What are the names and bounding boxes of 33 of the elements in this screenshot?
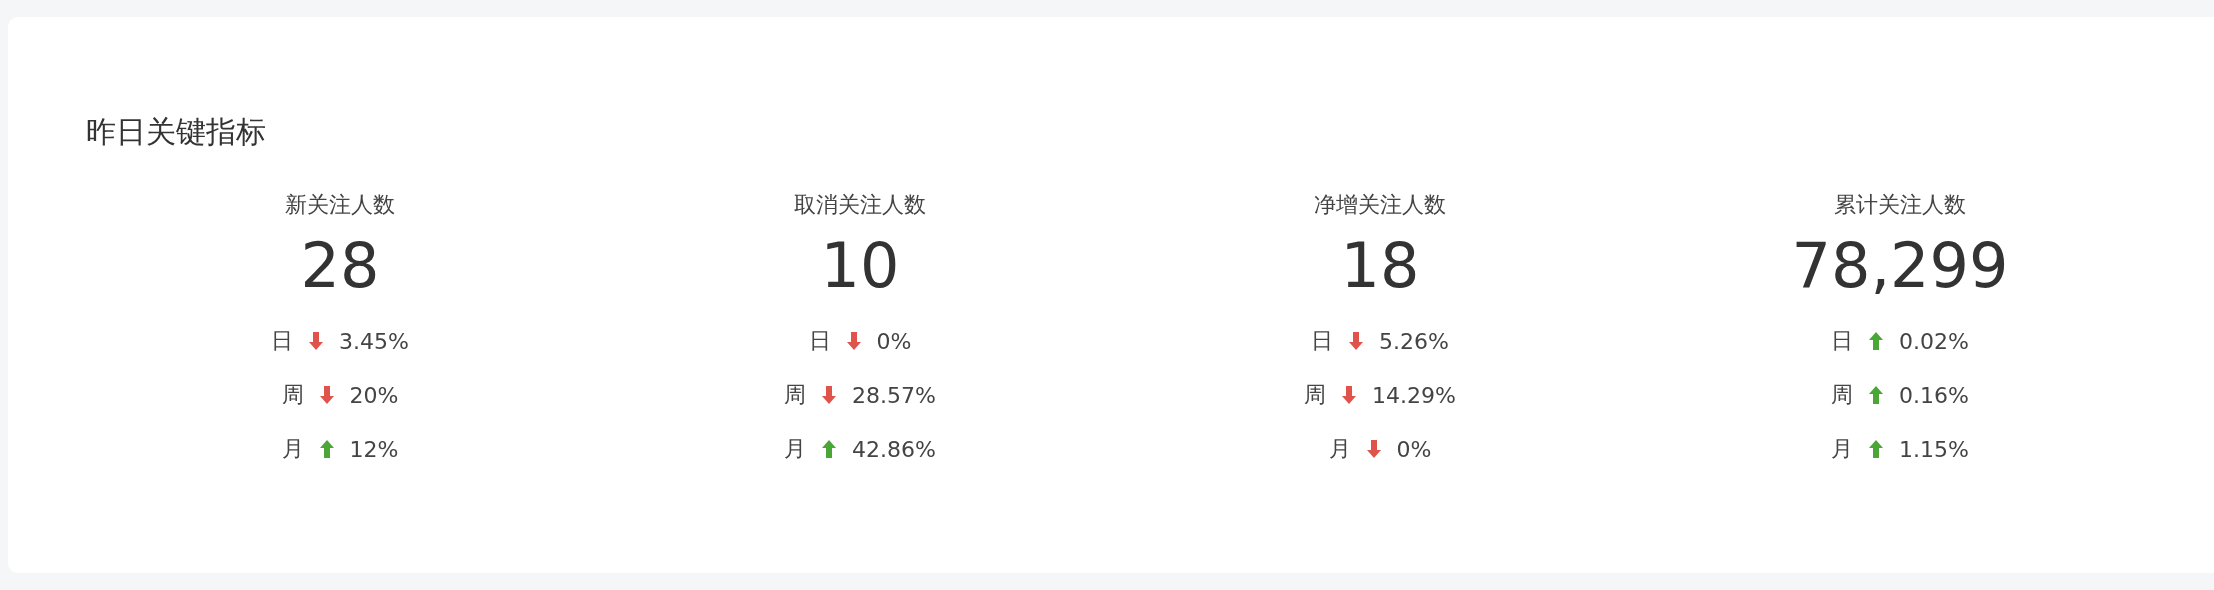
period-label: 周 bbox=[784, 381, 807, 409]
period-label: 月 bbox=[1328, 435, 1351, 463]
change-percent: 1.15% bbox=[1899, 436, 1969, 462]
metric-value: 10 bbox=[820, 230, 900, 302]
change-percent: 14.29% bbox=[1372, 382, 1456, 408]
metric-label: 净增关注人数 bbox=[1314, 191, 1446, 219]
metric-value: 78,299 bbox=[1791, 230, 2009, 302]
change-percent: 0.16% bbox=[1899, 382, 1969, 408]
change-percent: 28.57% bbox=[852, 382, 936, 408]
period-label: 周 bbox=[281, 381, 304, 409]
change-percent: 5.26% bbox=[1379, 328, 1449, 354]
card-title: 昨日关键指标 bbox=[86, 113, 266, 151]
change-percent: 0.02% bbox=[1899, 328, 1969, 354]
period-label: 日 bbox=[1831, 327, 1854, 355]
metric-value: 28 bbox=[300, 230, 380, 302]
change-percent: 12% bbox=[349, 436, 399, 462]
metric-label: 取消关注人数 bbox=[794, 191, 926, 219]
period-label: 月 bbox=[1831, 435, 1854, 463]
metric-label: 新关注人数 bbox=[285, 191, 395, 219]
metric-label: 累计关注人数 bbox=[1834, 191, 1966, 219]
change-percent: 3.45% bbox=[339, 328, 409, 354]
change-percent: 0% bbox=[1396, 436, 1432, 462]
period-label: 日 bbox=[1311, 327, 1334, 355]
period-label: 月 bbox=[784, 435, 807, 463]
period-label: 周 bbox=[1831, 381, 1854, 409]
change-percent: 20% bbox=[349, 382, 399, 408]
period-label: 日 bbox=[808, 327, 831, 355]
change-percent: 42.86% bbox=[852, 436, 936, 462]
metric-value: 18 bbox=[1340, 230, 1420, 302]
period-label: 周 bbox=[1304, 381, 1327, 409]
change-percent: 0% bbox=[876, 328, 912, 354]
period-label: 日 bbox=[271, 327, 294, 355]
period-label: 月 bbox=[281, 435, 304, 463]
